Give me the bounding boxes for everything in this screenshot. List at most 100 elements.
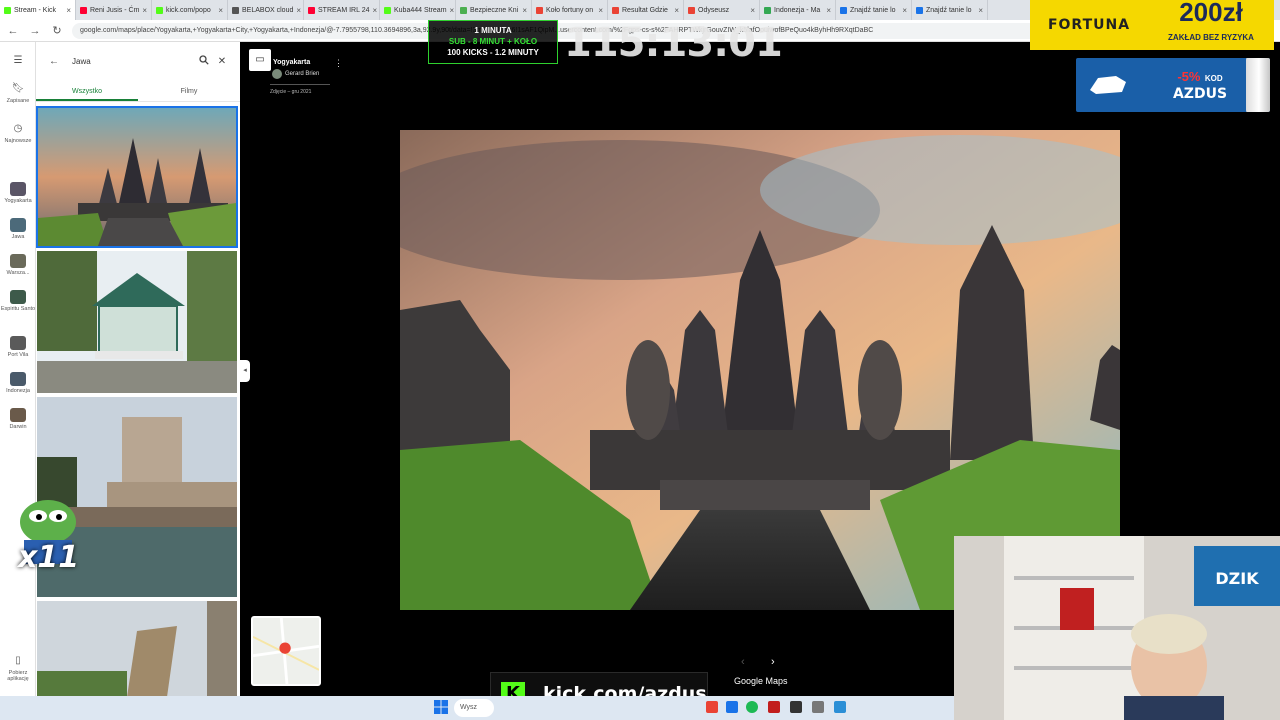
browser-tab[interactable]: Resultat Gdzie × [608,0,684,20]
place-thumbnail [10,372,26,386]
taskbar-app-icon[interactable] [812,701,824,713]
browser-tab[interactable]: Koło fortuny on × [532,0,608,20]
photo-thumbnail-temple[interactable] [36,106,238,248]
close-tab-icon[interactable]: × [750,6,755,15]
maps-side-rail: ☰ 🔖︎ Zapisane ◷ Najnowsze Yogyakarta Jawa … [0,42,36,696]
terminal-icon[interactable] [790,701,802,713]
taskbar-app-icon[interactable] [726,701,738,713]
browser-tab[interactable]: BELABOX cloud × [228,0,304,20]
close-tab-icon[interactable]: × [296,6,301,15]
rail-label: Yogyakarta [4,198,32,204]
rail-item-saved[interactable]: 🔖︎ Zapisane [0,82,36,104]
photo-tabs: Wszystko Filmy [36,84,240,102]
taskbar-search[interactable]: Wysz [454,699,494,717]
rail-item-recent[interactable]: ◷ Najnowsze [0,122,36,144]
author-row[interactable]: Gerard Brien [272,69,319,79]
close-tab-icon[interactable]: × [598,6,603,15]
browser-tab[interactable]: Bezpieczne Kni × [456,0,532,20]
close-tab-icon[interactable]: × [372,6,377,15]
rail-item-place[interactable]: Port Vila [0,336,36,358]
rail-item-place[interactable]: Darwin [0,408,36,430]
close-tab-icon[interactable]: × [218,6,223,15]
back-arrow-icon[interactable]: ← [48,56,60,67]
back-arrow-icon[interactable]: ← [6,25,20,37]
close-tab-icon[interactable]: × [674,6,679,15]
forward-arrow-icon[interactable]: → [28,25,42,37]
promo-code-block: -5% KOD AZDUS [1154,68,1246,102]
subathon-rules-overlay: 1 MINUTA SUB - 8 MINUT + KOŁO 100 KICKS … [428,20,558,64]
tab-title: Stream - Kick [14,6,57,14]
tab-favicon [764,6,771,14]
rail-item-place[interactable]: Yogyakarta [0,182,36,204]
divider [270,84,330,85]
browser-tab[interactable]: kick.com/popo × [152,0,228,20]
browser-tab[interactable]: Znajdź tanie lo × [912,0,988,20]
promo-code: AZDUS [1172,86,1228,102]
dzik-logo: DZIK [1215,569,1259,588]
close-tab-icon[interactable]: × [142,6,147,15]
taskbar-app-icon[interactable] [834,701,846,713]
rail-item-place[interactable]: Jawa [0,218,36,240]
close-tab-icon[interactable]: × [978,6,983,15]
taskbar-app-icon[interactable] [706,701,718,713]
photo-thumbnail-ruins[interactable] [36,600,238,696]
reload-icon[interactable]: ↻ [50,24,64,37]
photo-thumbnail-pavilion[interactable] [36,250,238,394]
rail-label: Warsza... [6,270,30,276]
close-icon[interactable]: ✕ [216,56,228,67]
browser-tab[interactable]: STREAM IRL 24 × [304,0,380,20]
tab-favicon [384,6,391,14]
more-options-icon[interactable]: ⋮ [334,58,343,69]
rail-label: Espiritu Santo [0,306,36,312]
rail-item-place[interactable]: Espiritu Santo [0,290,36,312]
rail-item-place[interactable]: Warsza... [0,254,36,276]
history-icon: ◷ [13,123,23,134]
tab-videos[interactable]: Filmy [138,84,240,101]
tab-all[interactable]: Wszystko [36,84,138,101]
close-tab-icon[interactable]: × [902,6,907,15]
search-input[interactable] [66,56,192,66]
browser-tab[interactable]: Reni Jusis - Ćm × [76,0,152,20]
viewer-back-button[interactable]: ▭ [249,49,271,71]
browser-tab[interactable]: Indonezja - Ma × [760,0,836,20]
rail-label: Indonezja [6,388,30,394]
rail-item-place[interactable]: Indonezja [0,372,36,394]
browser-tab[interactable]: Znajdź tanie lo × [836,0,912,20]
browser-tab[interactable]: Odyseusz × [684,0,760,20]
place-thumbnail [10,336,26,350]
place-thumbnail [10,290,26,304]
tab-favicon [80,6,87,14]
tab-title: Bezpieczne Kni [470,6,519,14]
search-icon[interactable] [198,54,210,68]
tab-title: Indonezja - Ma [774,6,821,14]
close-tab-icon[interactable]: × [522,6,527,15]
rail-label: Pobierz aplikację [7,670,29,682]
close-tab-icon[interactable]: × [66,6,71,15]
place-thumbnail [10,218,26,232]
fortuna-offer: 200zł ZAKŁAD BEZ RYZYKA [1148,0,1274,51]
photo-date: Zdjęcie – gru 2021 [270,89,312,95]
bookmark-icon: 🔖︎ [11,83,25,94]
taskbar-app-icon[interactable] [768,701,780,713]
close-tab-icon[interactable]: × [826,6,831,15]
dzik-promo-banner: -5% KOD AZDUS [1076,58,1270,112]
tab-title: Odyseusz [698,6,730,14]
previous-photo-icon[interactable]: ‹ [741,656,745,668]
windows-start-icon[interactable] [434,700,448,714]
download-app-button[interactable]: ▯ Pobierz aplikację [0,654,36,682]
rail-label: Jawa [11,234,25,240]
browser-tab[interactable]: Stream - Kick × [0,0,76,20]
place-thumbnail [10,182,26,196]
menu-button[interactable]: ☰ [0,54,36,70]
close-tab-icon[interactable]: × [450,6,455,15]
phone-icon: ▯ [15,655,21,666]
browser-tab[interactable]: Kuba444 Stream × [380,0,456,20]
emote-multiplier: x11 [18,540,80,575]
fortuna-logo: FORTUNA [1047,17,1131,33]
mini-map[interactable] [251,616,321,686]
spotify-icon[interactable] [746,701,758,713]
collapse-panel-button[interactable]: ◂ [240,360,250,382]
next-photo-icon[interactable]: › [771,656,775,668]
rail-label: Darwin [9,424,27,430]
rule-line: 1 MINUTA [474,26,512,35]
